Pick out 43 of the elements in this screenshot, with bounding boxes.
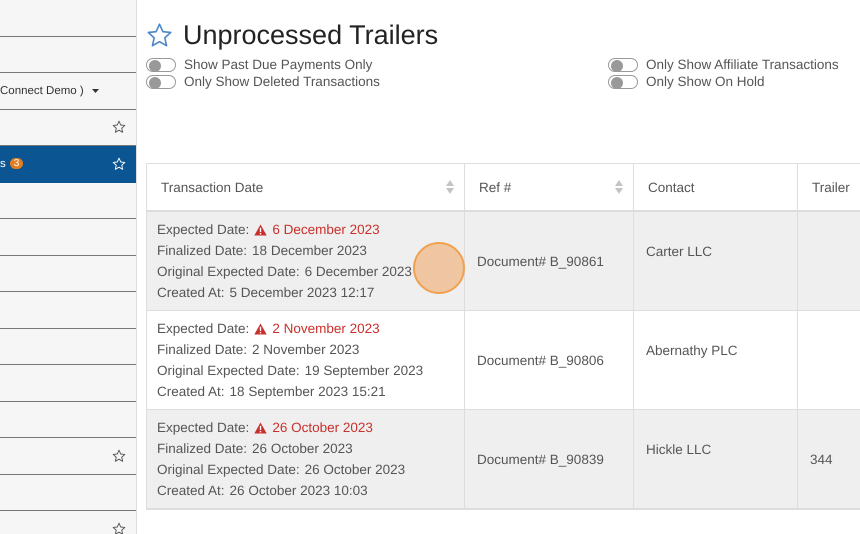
- date-line: Original Expected Date: 19 September 2023: [157, 362, 424, 380]
- date-line: Expected Date: 6 December 2023: [157, 221, 380, 239]
- date-line: Created At: 26 October 2023 10:03: [157, 482, 368, 500]
- date-line: Finalized Date: 18 December 2023: [157, 242, 367, 260]
- toggle-label: Only Show Deleted Transactions: [184, 74, 380, 89]
- star-icon[interactable]: [146, 22, 173, 49]
- ref-cell: Document# B_90806: [477, 352, 604, 368]
- contact-cell: Abernathy PLC: [646, 342, 738, 358]
- caret-icon: [92, 88, 99, 93]
- toggle-switch[interactable]: [608, 58, 638, 72]
- toggle-switch[interactable]: [146, 58, 176, 72]
- contact-cell: Carter LLC: [646, 244, 712, 258]
- ref-cell: Document# B_90861: [477, 254, 604, 268]
- date-line: Created At: 18 September 2023 15:21: [157, 383, 386, 401]
- date-line: Finalized Date: 26 October 2023: [157, 440, 353, 458]
- date-line: Expected Date: 2 November 2023: [157, 320, 380, 338]
- star-icon[interactable]: [112, 120, 126, 134]
- star-icon[interactable]: [112, 522, 126, 534]
- contact-cell: Hickle LLC: [646, 442, 712, 456]
- toggle-label: Only Show On Hold: [646, 74, 765, 89]
- date-line: Created At: 5 December 2023 12:17: [157, 284, 374, 302]
- sidebar-label: s: [0, 158, 6, 170]
- column-header[interactable]: Transaction Date: [147, 164, 465, 210]
- column-header[interactable]: Trailer: [798, 164, 860, 210]
- date-line: Finalized Date: 2 November 2023: [157, 341, 360, 359]
- column-header[interactable]: Contact: [634, 164, 798, 210]
- date-line: Expected Date: 26 October 2023: [157, 419, 373, 437]
- toggle-switch[interactable]: [146, 74, 176, 88]
- column-header[interactable]: Ref #: [465, 164, 634, 210]
- count-badge: 3: [10, 158, 24, 170]
- sidebar-label: Connect Demo ): [0, 84, 84, 97]
- date-line: Original Expected Date: 6 December 2023: [157, 263, 412, 281]
- page-title: Unprocessed Trailers: [183, 20, 438, 51]
- ref-cell: Document# B_90839: [477, 452, 604, 466]
- cursor-highlight: [413, 242, 465, 294]
- sidebar-item[interactable]: Connect Demo ): [0, 73, 136, 110]
- date-line: Original Expected Date: 26 October 2023: [157, 461, 406, 479]
- star-icon[interactable]: [112, 448, 126, 463]
- trailer-cell: 344: [810, 452, 833, 466]
- sidebar-item[interactable]: s 3: [0, 146, 136, 182]
- toggle-switch[interactable]: [608, 74, 638, 88]
- toggle-label: Show Past Due Payments Only: [184, 57, 372, 72]
- toggle-label: Only Show Affiliate Transactions: [646, 57, 839, 72]
